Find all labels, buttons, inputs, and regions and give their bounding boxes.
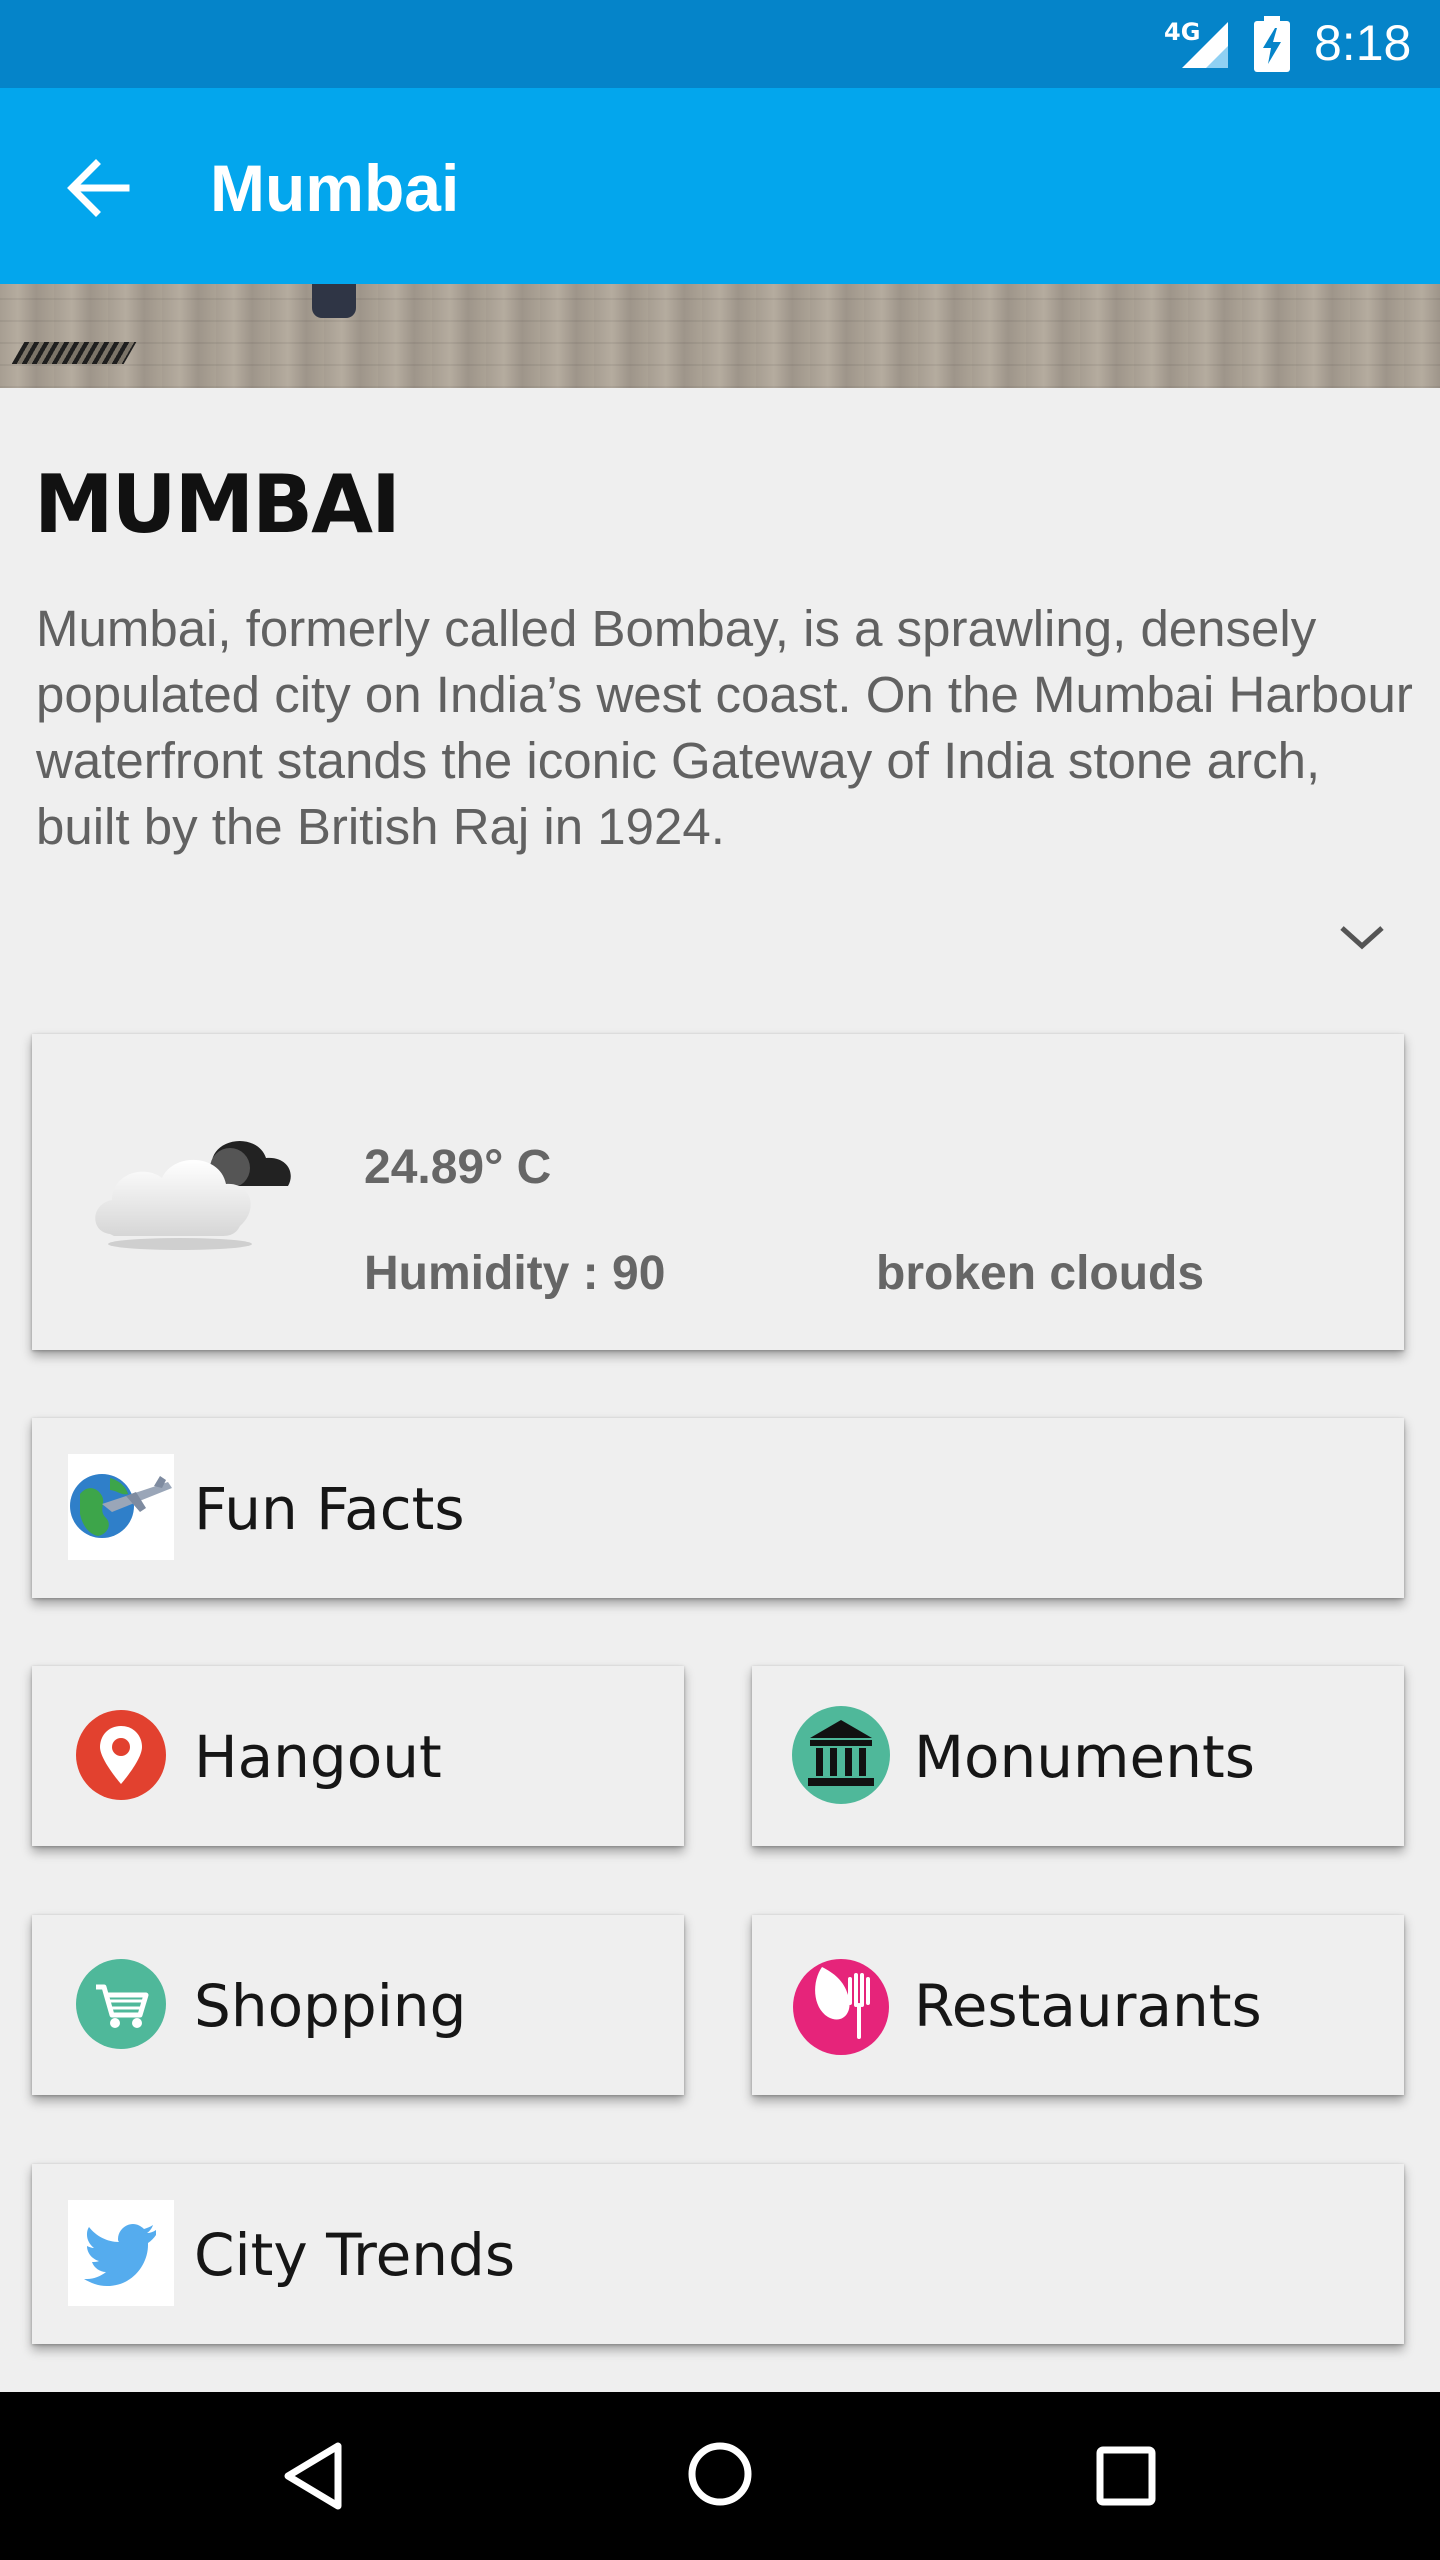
restaurants-label: Restaurants	[914, 1972, 1262, 2040]
signal-icon	[1182, 22, 1228, 68]
person-feet	[312, 284, 356, 318]
city-name-heading: MUMBAI	[34, 458, 401, 551]
status-bar: 4G 8:18	[0, 0, 1440, 88]
restaurants-button[interactable]: Restaurants	[752, 1915, 1404, 2095]
restaurant-icon	[793, 1959, 889, 2055]
weather-condition: broken clouds	[876, 1247, 1205, 1300]
temperature: 24.89° C	[364, 1141, 552, 1194]
fun-facts-button[interactable]: Fun Facts	[32, 1418, 1404, 1598]
cloud-icon	[95, 1140, 291, 1250]
globe-plane-icon	[68, 1454, 174, 1560]
cart-icon	[76, 1959, 166, 2049]
city-trends-button[interactable]: City Trends	[32, 2164, 1404, 2344]
page-title: Mumbai	[210, 151, 460, 225]
nav-home-icon[interactable]	[680, 2434, 760, 2514]
pavement-texture	[0, 284, 1440, 388]
nav-back-icon[interactable]	[276, 2436, 356, 2516]
shopping-button[interactable]: Shopping	[32, 1915, 684, 2095]
hangout-button[interactable]: Hangout	[32, 1666, 684, 1846]
city-header-image	[0, 284, 1440, 388]
monuments-label: Monuments	[914, 1723, 1255, 1791]
app-bar: Mumbai	[0, 88, 1440, 284]
weather-card: 24.89° C Humidity : 90 broken clouds	[32, 1034, 1404, 1350]
clock: 8:18	[1314, 15, 1412, 71]
map-pin-icon	[76, 1710, 166, 1800]
battery-charging-icon	[1254, 16, 1290, 72]
nav-recents-icon[interactable]	[1092, 2436, 1160, 2516]
chevron-down-icon[interactable]	[1334, 912, 1390, 962]
drain-grate	[11, 342, 137, 364]
museum-icon	[792, 1706, 890, 1804]
city-description: Mumbai, formerly called Bombay, is a spr…	[36, 600, 1413, 855]
monuments-button[interactable]: Monuments	[752, 1666, 1404, 1846]
twitter-bird-icon	[68, 2200, 174, 2306]
back-arrow-icon[interactable]	[60, 150, 136, 226]
humidity: Humidity : 90	[364, 1247, 666, 1300]
system-nav-bar	[0, 2392, 1440, 2560]
hangout-label: Hangout	[194, 1723, 442, 1791]
fun-facts-label: Fun Facts	[194, 1475, 465, 1543]
city-trends-label: City Trends	[194, 2221, 516, 2289]
shopping-label: Shopping	[194, 1972, 467, 2040]
